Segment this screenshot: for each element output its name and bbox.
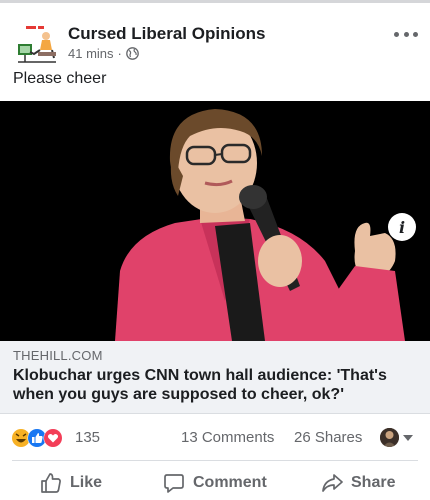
page-name[interactable]: Cursed Liberal Opinions — [68, 24, 265, 44]
shares-count[interactable]: 26 Shares — [294, 429, 362, 446]
post-meta: 41 mins · — [68, 46, 139, 61]
info-icon[interactable]: i — [388, 213, 416, 241]
dot — [394, 31, 399, 37]
dot — [413, 31, 418, 37]
like-button[interactable]: Like — [40, 472, 102, 494]
thumbs-up-icon — [40, 472, 62, 494]
reaction-icons[interactable] — [12, 427, 72, 449]
love-reaction-icon — [43, 428, 63, 448]
post-header: Cursed Liberal Opinions 41 mins · — [0, 8, 430, 66]
actions-divider — [12, 460, 418, 461]
share-label: Share — [351, 474, 396, 491]
speech-bubble-icon — [163, 472, 185, 494]
globe-icon — [126, 47, 139, 60]
top-divider — [0, 0, 430, 3]
post-actions: Like Comment Share — [0, 468, 430, 500]
meta-separator: · — [117, 46, 122, 61]
reaction-count[interactable]: 135 — [75, 429, 100, 446]
share-button[interactable]: Share — [321, 472, 395, 494]
comments-count[interactable]: 13 Comments — [181, 429, 274, 446]
reactions-row: 135 13 Comments 26 Shares — [0, 426, 430, 450]
link-domain: THEHILL.COM — [13, 348, 103, 363]
dot — [403, 31, 409, 37]
link-preview[interactable]: THEHILL.COM Klobuchar urges CNN town hal… — [0, 341, 430, 414]
link-preview-image[interactable] — [0, 101, 430, 341]
comment-label: Comment — [193, 474, 267, 491]
haha-reaction-icon — [12, 429, 30, 447]
viewer-avatar[interactable] — [380, 428, 399, 447]
like-label: Like — [70, 474, 103, 491]
comment-button[interactable]: Comment — [163, 472, 267, 494]
caret-down-icon[interactable] — [403, 435, 413, 441]
link-title: Klobuchar urges CNN town hall audience: … — [13, 367, 387, 403]
more-options-icon[interactable] — [394, 26, 418, 42]
post-text: Please cheer — [13, 70, 107, 87]
share-arrow-icon — [321, 472, 343, 494]
post-time[interactable]: 41 mins — [68, 46, 114, 61]
page-avatar[interactable] — [12, 18, 60, 66]
